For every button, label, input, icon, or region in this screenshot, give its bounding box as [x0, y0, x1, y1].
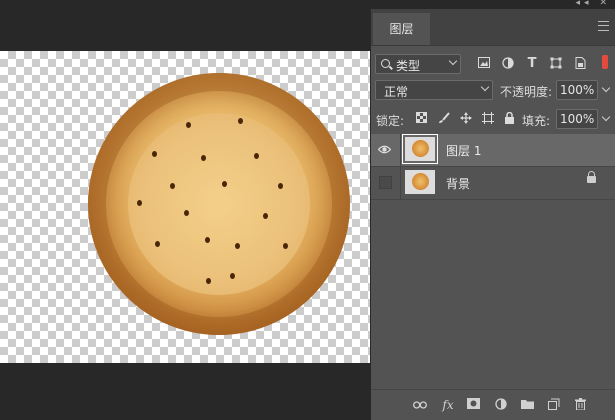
layers-list: 图层 1 背景 — [371, 134, 615, 200]
adjustment-icon[interactable] — [494, 398, 508, 412]
panel-top-strip: ◂◂ ✕ — [370, 0, 615, 9]
biscuit-hole — [205, 237, 210, 243]
layer-divider — [400, 167, 401, 199]
lock-move-icon[interactable] — [459, 112, 472, 125]
adjustment-filter-icon[interactable] — [501, 57, 515, 71]
mask-icon[interactable] — [466, 398, 480, 412]
biscuit-hole — [222, 181, 227, 187]
blend-mode-select[interactable]: 正常 — [375, 80, 493, 100]
biscuit-hole — [152, 151, 157, 157]
image-filter-icon[interactable] — [477, 57, 491, 71]
biscuit-hole — [201, 155, 206, 161]
shape-filter-icon[interactable] — [549, 57, 563, 71]
close-icon[interactable]: ✕ — [599, 0, 611, 8]
chevron-down-icon — [448, 56, 458, 66]
biscuit-hole — [230, 273, 235, 279]
biscuit-hole — [263, 213, 268, 219]
canvas-area[interactable] — [0, 0, 370, 420]
layer-row[interactable]: 图层 1 — [371, 134, 615, 167]
visibility-toggle-off[interactable] — [379, 176, 392, 189]
eye-icon[interactable] — [377, 143, 392, 156]
collapse-close-icons[interactable]: ◂◂ ✕ — [576, 0, 611, 8]
lock-transparency-icon[interactable] — [415, 112, 428, 125]
trash-icon[interactable] — [573, 398, 587, 412]
biscuit-hole — [155, 241, 160, 247]
link-icon[interactable] — [413, 398, 427, 412]
filter-select-label: 类型 — [396, 59, 421, 73]
biscuit-hole — [254, 153, 259, 159]
type-filter-icon[interactable]: T — [525, 57, 539, 71]
lock-brush-icon[interactable] — [437, 112, 450, 125]
layers-bottom-bar: fx — [371, 389, 615, 420]
search-icon — [381, 59, 390, 68]
biscuit-hole — [186, 122, 191, 128]
biscuit-hole — [137, 200, 142, 206]
smart-object-filter-icon[interactable] — [573, 57, 587, 71]
document-canvas[interactable] — [0, 51, 370, 363]
opacity-label: 不透明度: — [500, 85, 553, 99]
tab-layers[interactable]: 图层 — [373, 13, 430, 45]
thumbnail-biscuit — [412, 173, 429, 190]
new-layer-icon[interactable] — [547, 398, 561, 412]
opacity-dropdown-icon[interactable] — [601, 83, 611, 93]
panel-tab-bar: 图层 — [371, 9, 615, 46]
thumbnail-biscuit — [412, 140, 429, 157]
filter-row: 类型 T — [371, 49, 615, 75]
collapse-icon[interactable]: ◂◂ — [576, 0, 593, 8]
layer-thumbnail[interactable] — [405, 170, 435, 194]
layer-row[interactable]: 背景 — [371, 167, 615, 200]
layers-panel: 图层 类型 T 正常 不透明度: 100% 锁定: 填充: 100% 图层 1 … — [370, 9, 615, 420]
fill-label: 填充: — [522, 114, 551, 128]
biscuit-hole — [184, 210, 189, 216]
biscuit-hole — [238, 118, 243, 124]
filter-toggle-switch[interactable] — [602, 55, 608, 69]
group-folder-icon[interactable] — [520, 398, 534, 412]
layer-thumbnail[interactable] — [402, 134, 438, 164]
fill-dropdown-icon[interactable] — [601, 112, 611, 122]
fill-input[interactable]: 100% — [556, 109, 598, 129]
biscuit-hole — [206, 278, 211, 284]
biscuit-hole — [283, 243, 288, 249]
lock-label: 锁定: — [376, 114, 405, 128]
lock-row: 锁定: 填充: 100% — [371, 106, 615, 132]
layer-divider — [400, 134, 401, 166]
opacity-input[interactable]: 100% — [556, 80, 598, 100]
biscuit-center — [128, 113, 310, 295]
panel-menu-icon[interactable] — [598, 21, 609, 31]
blend-mode-label: 正常 — [384, 85, 409, 99]
biscuit-hole — [235, 243, 240, 249]
lock-artboard-icon[interactable] — [481, 112, 494, 125]
lock-icon[interactable] — [587, 171, 596, 183]
fx-icon[interactable]: fx — [441, 398, 455, 412]
biscuit-image — [88, 73, 350, 335]
biscuit-hole — [170, 183, 175, 189]
biscuit-hole — [278, 183, 283, 189]
chevron-down-icon — [480, 82, 490, 92]
layer-filter-select[interactable]: 类型 — [375, 54, 461, 74]
blend-row: 正常 不透明度: 100% — [371, 77, 615, 103]
layer-name[interactable]: 图层 1 — [446, 142, 481, 159]
layer-name[interactable]: 背景 — [446, 175, 470, 192]
lock-all-icon[interactable] — [503, 111, 516, 125]
